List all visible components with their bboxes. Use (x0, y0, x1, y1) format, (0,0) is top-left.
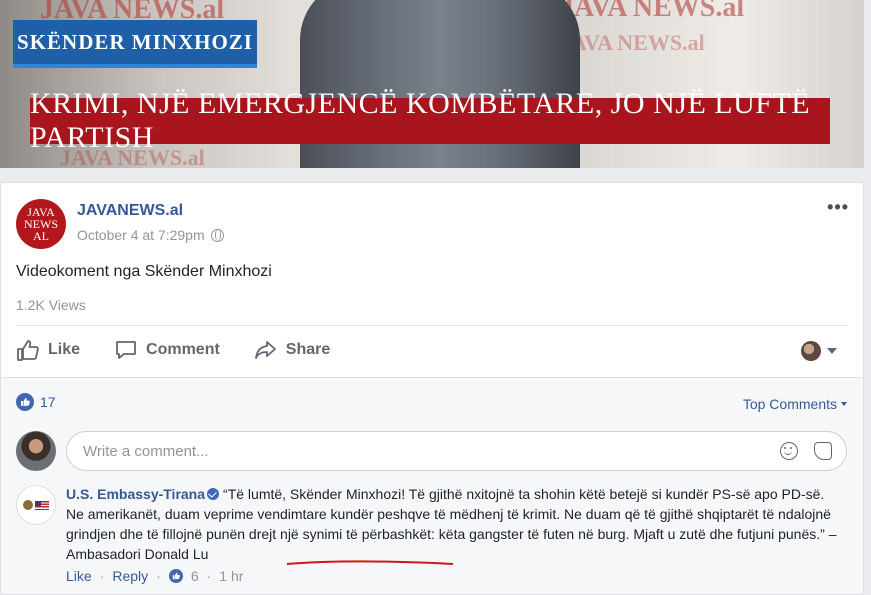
post-as-selector[interactable] (801, 341, 837, 361)
page-avatar[interactable]: JAVA NEWS AL (16, 199, 66, 249)
comment-age[interactable]: 1 hr (219, 568, 243, 584)
sticker-icon[interactable] (814, 442, 832, 460)
chevron-down-icon (827, 348, 837, 354)
us-flag-icon (35, 500, 49, 510)
like-count: 17 (40, 394, 56, 410)
name-caption: SKËNDER MINXHOZI (13, 20, 257, 68)
comment: U.S. Embassy-Tirana “Të lumtë, Skënder Mi… (66, 484, 841, 564)
commenter-name[interactable]: U.S. Embassy-Tirana (66, 486, 205, 502)
comment-reaction-count[interactable]: 6 (191, 568, 199, 584)
more-options-button[interactable]: ••• (827, 197, 849, 218)
comment-input-box[interactable] (66, 431, 847, 471)
emoji-icon[interactable] (780, 442, 798, 460)
like-label: Like (48, 341, 81, 358)
reaction-summary[interactable]: 17 (16, 393, 56, 411)
comment-actions: Like · Reply · 6 · 1 hr (66, 568, 243, 584)
like-reaction-icon (168, 569, 183, 583)
user-avatar (801, 341, 821, 361)
like-reaction-icon (16, 393, 34, 411)
verified-badge-icon (207, 488, 220, 500)
watermark-logo: JAVA NEWS.al (560, 30, 705, 55)
seal-icon (23, 500, 33, 510)
red-underline-annotation (286, 560, 454, 565)
view-count: 1.2K Views (16, 297, 86, 313)
separator: · (156, 568, 161, 584)
post-timestamp[interactable]: October 4 at 7:29pm (77, 227, 224, 243)
comments-section: 17 Top Comments U.S. Embassy-Tirana“Të l… (1, 377, 863, 594)
share-button[interactable]: Share (254, 339, 330, 361)
comment-input[interactable] (81, 442, 745, 461)
commenter-avatar[interactable] (16, 485, 56, 525)
share-label: Share (285, 341, 331, 358)
headline-banner: KRIMI, NJË EMERGJENCË KOMBËTARE, JO NJË … (30, 87, 830, 154)
post-actions: Like Comment Share (16, 339, 330, 361)
comment-attribution: Ambasadori Donald Lu (66, 546, 209, 562)
watermark-logo: JAVA NEWS.al (560, 0, 745, 23)
comment-reply-button[interactable]: Reply (112, 568, 148, 584)
current-user-avatar (16, 431, 56, 471)
page-name-link[interactable]: JAVANEWS.al (77, 202, 183, 220)
post-text: Videokoment nga Skënder Minxhozi (16, 263, 272, 280)
post-card: JAVA NEWS AL JAVANEWS.al October 4 at 7:… (0, 182, 864, 595)
comment-bubble-icon (116, 341, 136, 359)
video-player[interactable]: JAVA NEWS.al JAVA NEWS.al JAVA NEWS.al J… (0, 0, 864, 168)
share-arrow-icon (254, 341, 276, 359)
separator: · (206, 568, 212, 584)
comment-button[interactable]: Comment (114, 339, 220, 361)
comment-sort-dropdown[interactable]: Top Comments (743, 396, 847, 412)
separator: · (99, 568, 105, 584)
divider (16, 325, 848, 326)
globe-icon (210, 228, 224, 242)
thumbs-up-icon (17, 340, 39, 361)
comment-label: Comment (146, 341, 220, 358)
comment-like-button[interactable]: Like (66, 568, 92, 584)
like-button[interactable]: Like (16, 339, 80, 361)
